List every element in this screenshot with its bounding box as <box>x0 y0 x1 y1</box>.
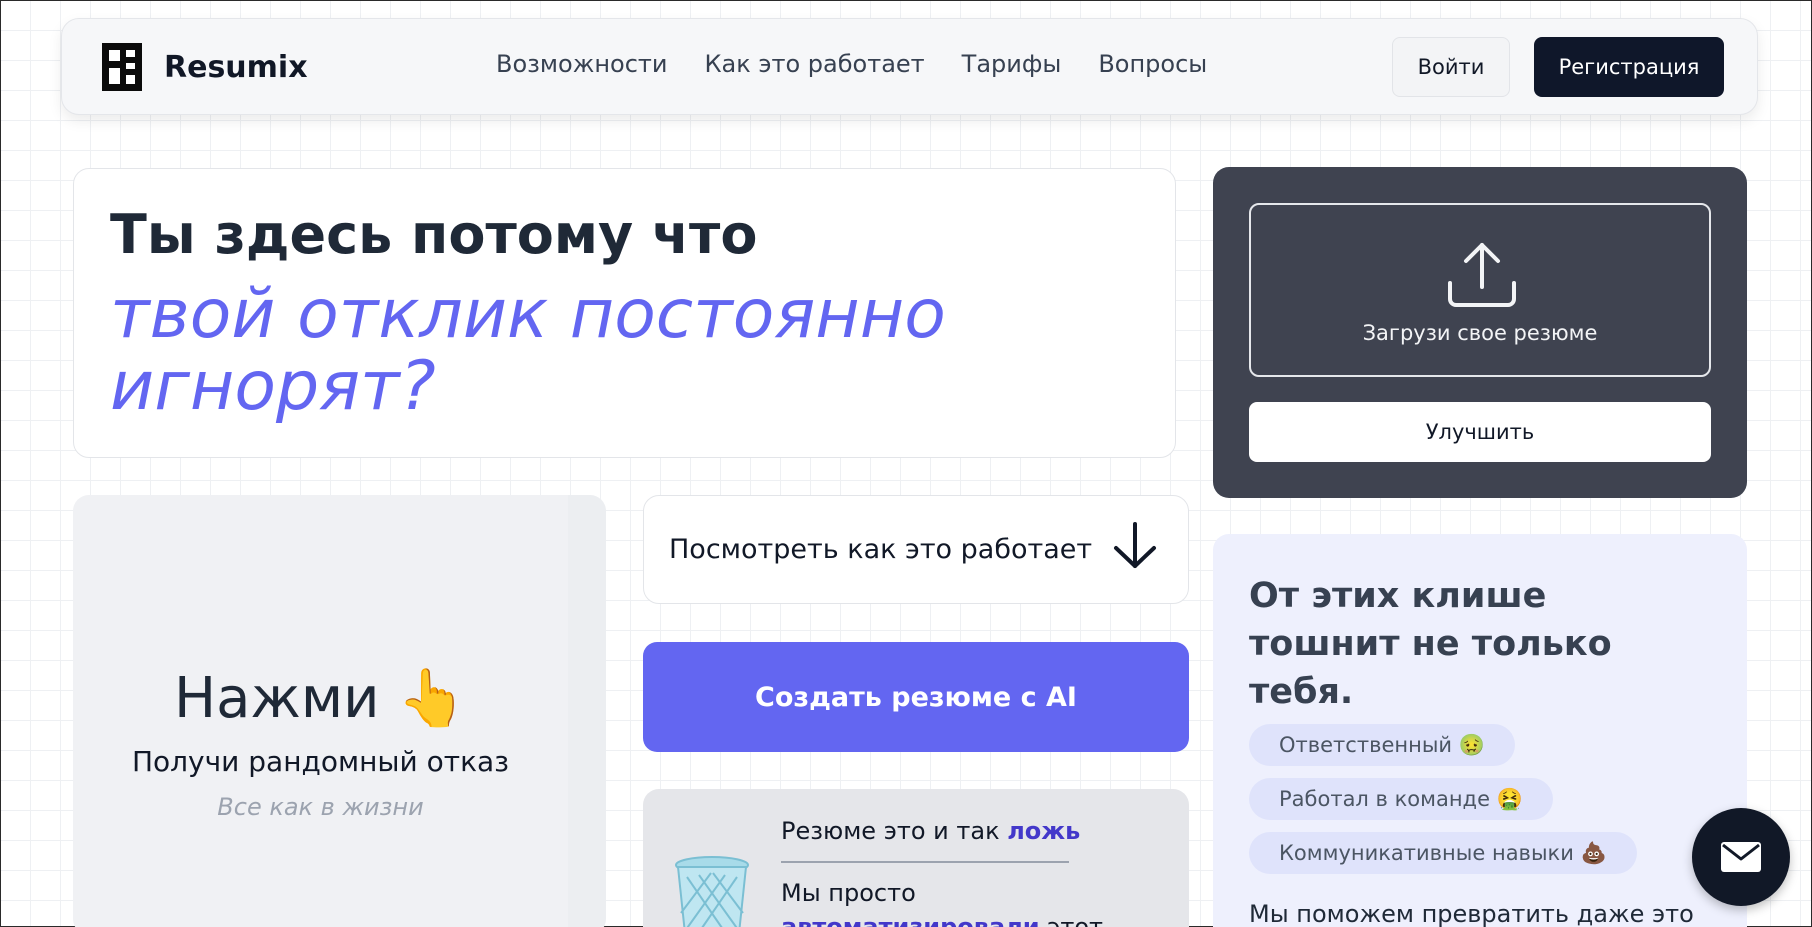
lie-line3-text: этот <box>1039 913 1103 927</box>
cliche-chip: Работал в команде 🤮 <box>1249 778 1553 820</box>
contact-fab[interactable] <box>1692 808 1790 906</box>
lie-highlight: ложь <box>1007 817 1081 845</box>
hero-card: Ты здесь потому что твой отклик постоянн… <box>73 168 1176 458</box>
nav-link-faq[interactable]: Вопросы <box>1098 50 1207 78</box>
cliche-footer: Мы поможем превратить даже это <box>1249 900 1694 927</box>
cliche-title: От этих клише тошнит не только тебя. <box>1249 576 1612 712</box>
resume-dropzone[interactable]: Загрузи свое резюме <box>1249 203 1711 377</box>
how-it-works-button[interactable]: Посмотреть как это работает <box>643 495 1189 604</box>
nav-link-pricing[interactable]: Тарифы <box>962 50 1062 78</box>
dropzone-label: Загрузи свое резюме <box>1362 321 1598 345</box>
login-button[interactable]: Войти <box>1392 37 1510 97</box>
arrow-down-icon <box>1114 522 1156 568</box>
click-title: Нажми 👆 <box>173 666 468 731</box>
lie-card: Резюме это и так ложь Мы просто автомати… <box>643 789 1189 927</box>
improve-button[interactable]: Улучшить <box>1249 402 1711 462</box>
cliche-chip: Ответственный 🤢 <box>1249 724 1515 766</box>
lie-line2: Мы просто <box>781 879 916 907</box>
hero-title: Ты здесь потому что <box>110 203 758 266</box>
click-subtitle: Получи рандомный отказ <box>131 745 510 778</box>
navbar: Resumix Возможности Как это работает Тар… <box>61 18 1758 115</box>
how-it-works-label: Посмотреть как это работает <box>669 534 1093 565</box>
cliche-chips: Ответственный 🤢 Работал в команде 🤮 Комм… <box>1249 724 1637 886</box>
random-rejection-card[interactable]: Нажми 👆 Получи рандомный отказ Все как в… <box>73 495 606 927</box>
divider <box>781 861 1069 863</box>
cliche-card: От этих клише тошнит не только тебя. Отв… <box>1213 534 1747 927</box>
hero-subtitle: твой отклик постоянно игнорят? <box>110 275 946 426</box>
lie-line3: автоматизировали этот <box>781 913 1103 927</box>
trash-icon <box>675 856 749 927</box>
nav-link-features[interactable]: Возможности <box>496 50 667 78</box>
create-resume-ai-button[interactable]: Создать резюме с AI <box>643 642 1189 752</box>
cliche-chip: Коммуникативные навыки 💩 <box>1249 832 1637 874</box>
mail-icon <box>1721 842 1761 872</box>
lie-line1: Резюме это и так ложь <box>781 817 1080 845</box>
automated-highlight: автоматизировали <box>781 913 1040 927</box>
nav-links: Возможности Как это работает Тарифы Вопр… <box>496 50 1207 78</box>
click-note: Все как в жизни <box>217 793 424 821</box>
logo-icon <box>102 43 142 91</box>
nav-link-how-it-works[interactable]: Как это работает <box>704 50 924 78</box>
logo[interactable]: Resumix <box>102 43 308 91</box>
upload-card: Загрузи свое резюме Улучшить <box>1213 167 1747 498</box>
lie-line1-text: Резюме это и так <box>781 817 1008 845</box>
register-button[interactable]: Регистрация <box>1534 37 1724 97</box>
upload-icon <box>1448 243 1516 307</box>
logo-text: Resumix <box>164 49 308 85</box>
